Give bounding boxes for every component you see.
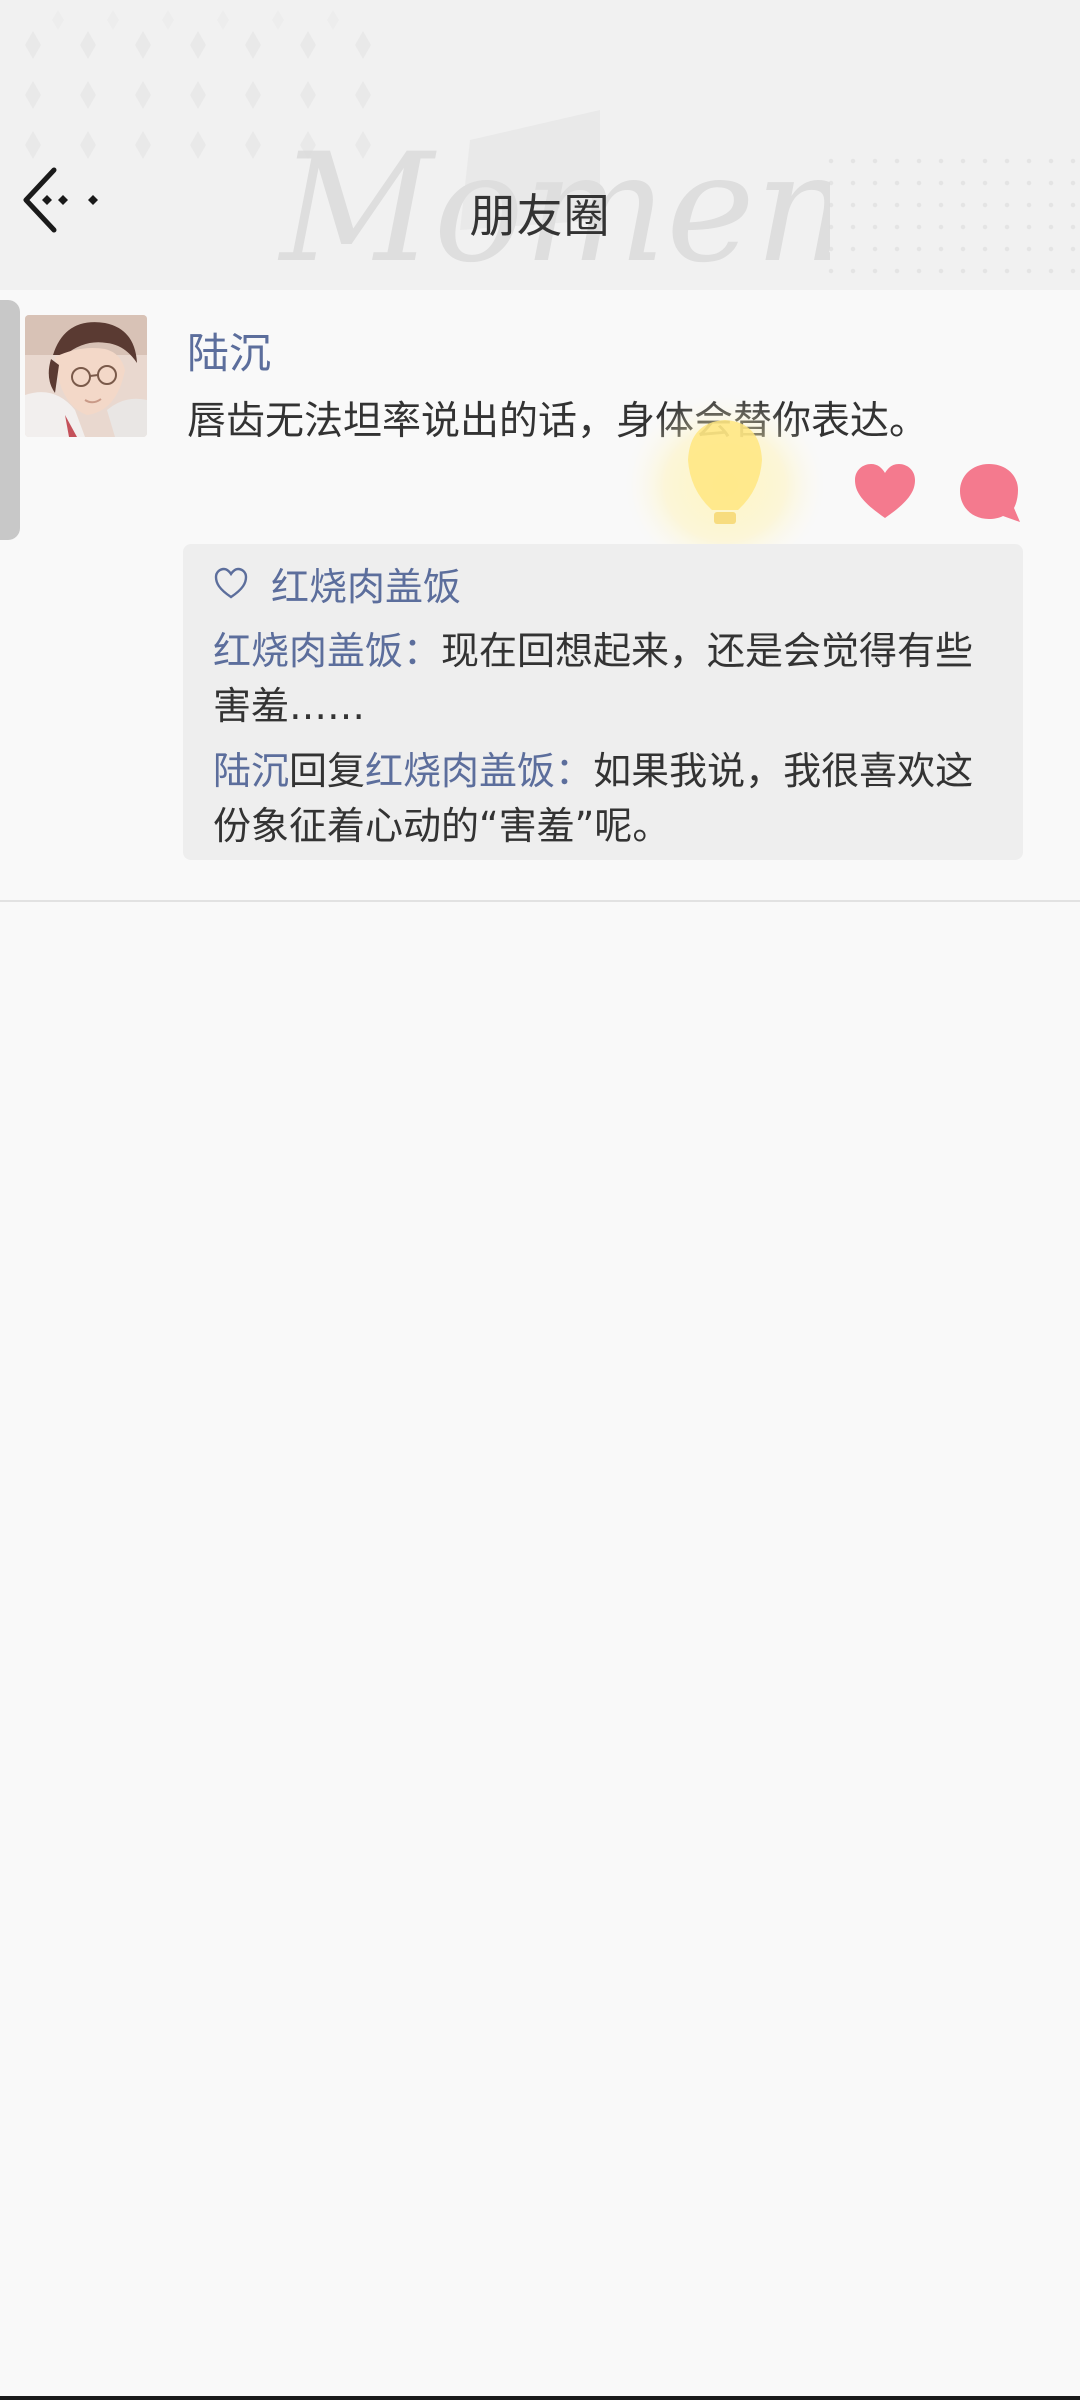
avatar[interactable] xyxy=(25,315,147,437)
likes-row: 红烧肉盖饭 xyxy=(213,556,461,611)
comment-item[interactable]: 陆沉回复红烧肉盖饭：如果我说，我很喜欢这份象征着心动的“害羞”呢。 xyxy=(213,744,1003,854)
bottom-edge-line xyxy=(0,2396,1080,2400)
page-title: 朋友圈 xyxy=(469,189,611,243)
moment-post: 陆沉 唇齿无法坦率说出的话，身体会替你表达。 红烧肉盖饭 红烧肉盖饭：现在回想起… xyxy=(0,290,1080,900)
comment-bubble-icon xyxy=(960,464,1020,522)
comment-separator: ： xyxy=(403,629,442,673)
comment-author[interactable]: 陆沉 xyxy=(213,749,289,793)
reply-word: 回复 xyxy=(289,749,366,793)
post-divider xyxy=(0,900,1080,902)
side-scroll-handle[interactable] xyxy=(0,300,20,540)
like-button[interactable] xyxy=(852,460,918,526)
character-portrait-image xyxy=(25,315,147,437)
comment-button[interactable] xyxy=(956,460,1022,526)
comment-item[interactable]: 红烧肉盖饭：现在回想起来，还是会觉得有些害羞…… xyxy=(213,624,1003,734)
comment-separator: ： xyxy=(555,749,594,793)
liker-name[interactable]: 红烧肉盖饭 xyxy=(271,556,461,611)
post-author-name[interactable]: 陆沉 xyxy=(187,320,271,381)
heart-icon xyxy=(855,464,915,518)
comment-author[interactable]: 红烧肉盖饭 xyxy=(213,629,403,673)
heart-outline-icon xyxy=(214,567,248,599)
reply-target[interactable]: 红烧肉盖饭 xyxy=(365,749,555,793)
header: Moments 朋友圈 xyxy=(0,0,1080,290)
likes-and-comments-panel: 红烧肉盖饭 红烧肉盖饭：现在回想起来，还是会觉得有些害羞…… 陆沉回复红烧肉盖饭… xyxy=(183,544,1023,860)
